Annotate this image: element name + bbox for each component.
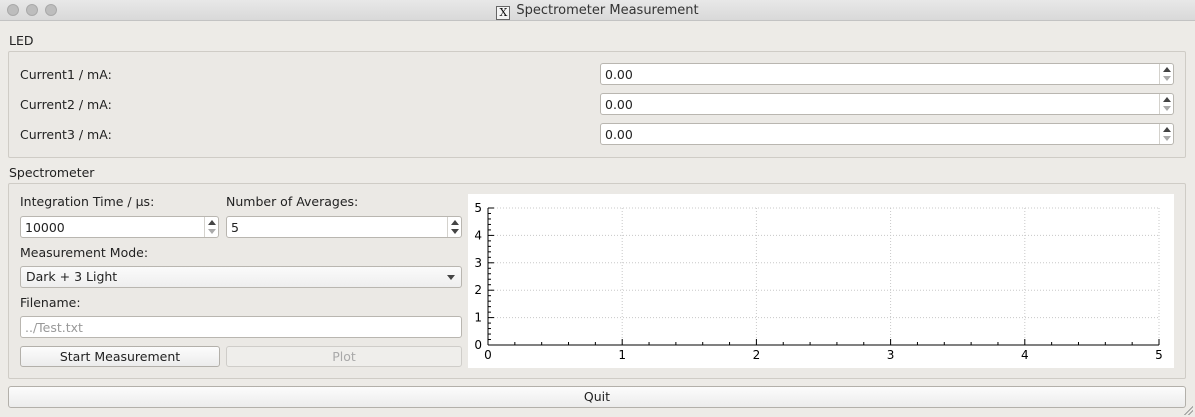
- y-tick-label: 2: [474, 283, 482, 297]
- current1-stepper[interactable]: [1159, 64, 1173, 84]
- x11-app-icon: X: [496, 6, 511, 20]
- plot-grid: [488, 207, 1160, 345]
- current3-stepper[interactable]: [1159, 124, 1173, 144]
- current1-input[interactable]: [601, 64, 1157, 84]
- current2-stepper[interactable]: [1159, 94, 1173, 114]
- plot-button[interactable]: Plot: [226, 346, 462, 367]
- led-group-title: LED: [9, 33, 34, 48]
- start-measurement-button[interactable]: Start Measurement: [20, 346, 220, 367]
- spin-down-icon[interactable]: [208, 229, 216, 234]
- current1-spinbox[interactable]: [600, 63, 1174, 85]
- current3-spinbox[interactable]: [600, 123, 1174, 145]
- title-bar: X Spectrometer Measurement: [0, 0, 1195, 21]
- plot-axes: [487, 207, 1160, 346]
- integration-time-input[interactable]: [21, 217, 202, 237]
- filename-label: Filename:: [20, 295, 81, 310]
- measurement-mode-label: Measurement Mode:: [20, 245, 149, 260]
- measurement-mode-select[interactable]: Dark + 3 Light: [20, 266, 462, 288]
- measurement-mode-value: Dark + 3 Light: [26, 269, 118, 284]
- spin-up-icon[interactable]: [451, 220, 459, 225]
- y-tick-label: 1: [474, 311, 482, 325]
- y-tick-label: 5: [474, 201, 482, 215]
- current3-label: Current3 / mA:: [20, 127, 112, 142]
- spin-up-icon[interactable]: [1163, 97, 1171, 102]
- spin-up-icon[interactable]: [1163, 67, 1171, 72]
- averages-spinbox[interactable]: [226, 216, 462, 238]
- averages-input[interactable]: [227, 217, 445, 237]
- integration-time-spinbox[interactable]: [20, 216, 219, 238]
- averages-label: Number of Averages:: [226, 194, 359, 209]
- current2-spinbox[interactable]: [600, 93, 1174, 115]
- y-tick-label: 0: [474, 338, 482, 352]
- y-tick-label: 4: [474, 228, 482, 242]
- spectrum-plot[interactable]: 0 1 2 3 4 5 0 1 2 3 4 5: [468, 194, 1174, 368]
- x-ticks: 0 1 2 3 4 5: [484, 348, 1163, 362]
- filename-input[interactable]: [21, 317, 461, 337]
- x-tick-label: 4: [1021, 348, 1029, 362]
- x-tick-label: 2: [753, 348, 761, 362]
- spin-up-icon[interactable]: [1163, 127, 1171, 132]
- filename-field[interactable]: [20, 316, 462, 338]
- averages-stepper[interactable]: [447, 217, 461, 237]
- integration-time-label: Integration Time / µs:: [20, 194, 155, 209]
- current2-input[interactable]: [601, 94, 1157, 114]
- current3-input[interactable]: [601, 124, 1157, 144]
- main-window: X Spectrometer Measurement LED Current1 /…: [0, 0, 1195, 417]
- current2-label: Current2 / mA:: [20, 97, 112, 112]
- spin-down-icon[interactable]: [451, 229, 459, 234]
- quit-button[interactable]: Quit: [8, 386, 1186, 408]
- y-tick-label: 3: [474, 256, 482, 270]
- x-tick-label: 1: [618, 348, 626, 362]
- integration-time-stepper[interactable]: [204, 217, 218, 237]
- x-tick-label: 5: [1155, 348, 1163, 362]
- y-ticks: 0 1 2 3 4 5: [474, 201, 482, 352]
- spin-up-icon[interactable]: [208, 220, 216, 225]
- spin-down-icon[interactable]: [1163, 106, 1171, 111]
- x-tick-label: 3: [887, 348, 895, 362]
- current1-label: Current1 / mA:: [20, 67, 112, 82]
- chevron-down-icon[interactable]: [447, 275, 455, 280]
- window-title-wrap: X Spectrometer Measurement: [0, 3, 1195, 20]
- resize-grip-icon[interactable]: [1183, 405, 1193, 415]
- spin-down-icon[interactable]: [1163, 76, 1171, 81]
- spectrum-plot-svg: 0 1 2 3 4 5 0 1 2 3 4 5: [474, 201, 1163, 362]
- window-title: Spectrometer Measurement: [516, 3, 699, 18]
- spectrometer-group-title: Spectrometer: [9, 165, 95, 180]
- x-tick-label: 0: [484, 348, 492, 362]
- spin-down-icon[interactable]: [1163, 136, 1171, 141]
